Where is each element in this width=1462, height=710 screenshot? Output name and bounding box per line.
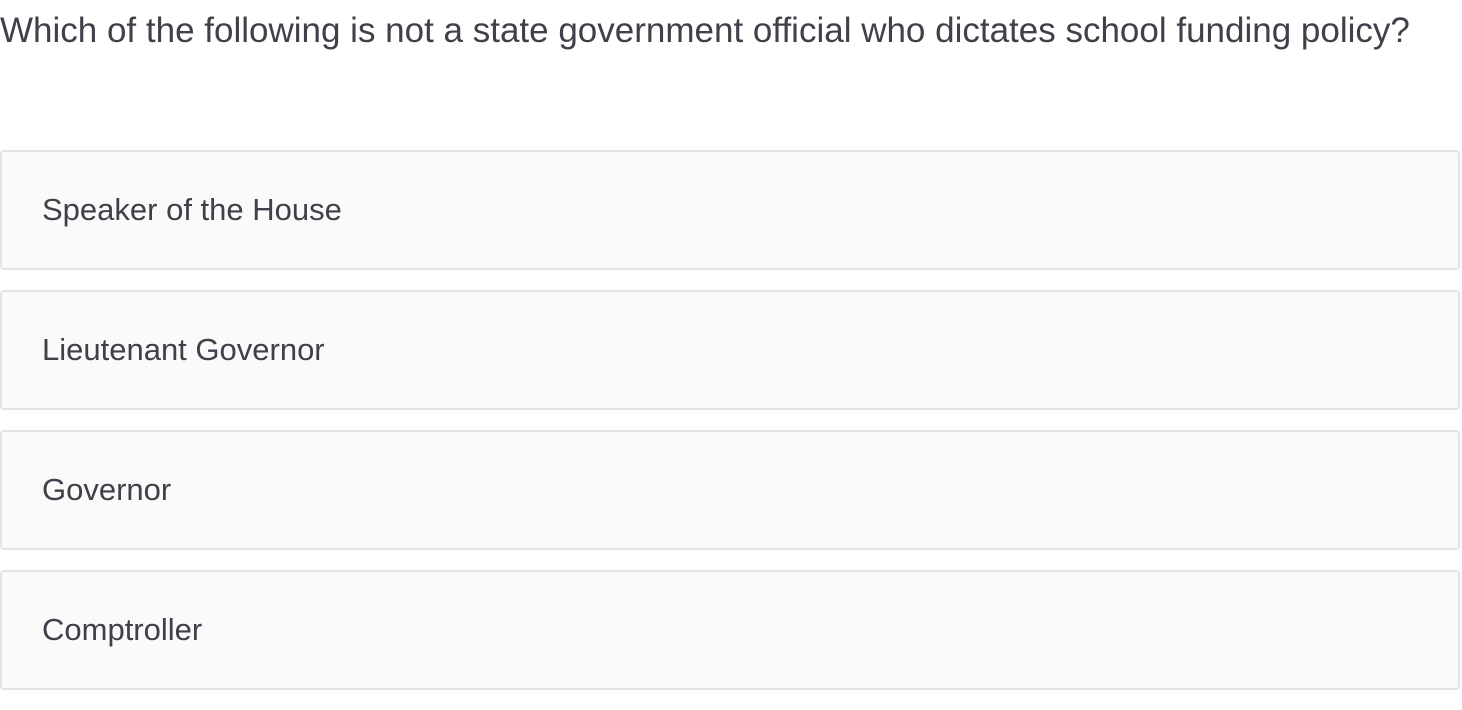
answer-options: Speaker of the House Lieutenant Governor… — [0, 150, 1460, 710]
answer-option-label: Speaker of the House — [42, 192, 342, 227]
answer-option-label: Governor — [42, 472, 172, 507]
answer-option-governor[interactable]: Governor — [0, 430, 1460, 550]
answer-option-label: Lieutenant Governor — [42, 332, 325, 367]
answer-option-lieutenant-governor[interactable]: Lieutenant Governor — [0, 290, 1460, 410]
answer-option-speaker-of-the-house[interactable]: Speaker of the House — [0, 150, 1460, 270]
question-text: Which of the following is not a state go… — [0, 11, 1410, 50]
answer-option-comptroller[interactable]: Comptroller — [0, 570, 1460, 690]
answer-option-label: Comptroller — [42, 612, 203, 647]
